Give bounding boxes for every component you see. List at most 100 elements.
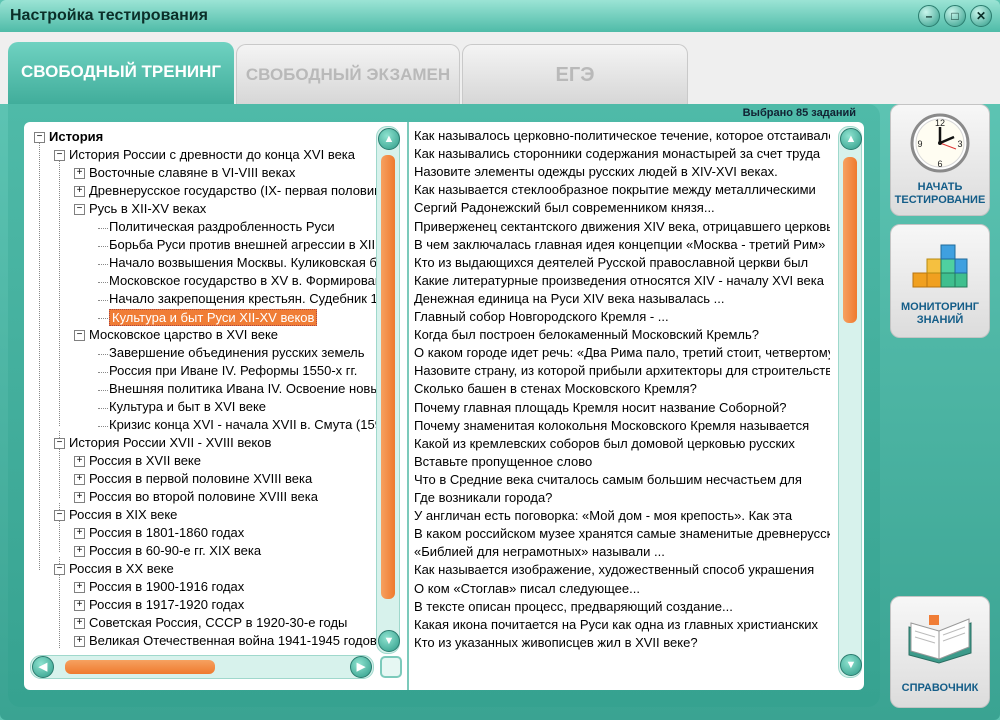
collapse-icon[interactable]: − xyxy=(74,204,85,215)
question-item[interactable]: Кто из выдающихся деятелей Русской право… xyxy=(414,255,808,273)
tree-item[interactable]: + Восточные славяне в VI-VIII веках xyxy=(30,165,376,183)
question-item[interactable]: Как назывались сторонники содержания мон… xyxy=(414,146,820,164)
question-item[interactable]: Вставьте пропущенное слово xyxy=(414,454,592,472)
tree-item[interactable]: Борьба Руси против внешней агрессии в XI… xyxy=(30,237,376,255)
expand-icon[interactable]: + xyxy=(74,186,85,197)
expand-icon[interactable]: + xyxy=(74,600,85,611)
tree-item[interactable]: Начало возвышения Москвы. Куликовская би… xyxy=(30,255,376,273)
collapse-icon[interactable]: − xyxy=(54,510,65,521)
question-item[interactable]: Как называется стеклообразное покрытие м… xyxy=(414,182,816,200)
collapse-icon[interactable]: − xyxy=(74,330,85,341)
close-button[interactable]: ✕ xyxy=(970,5,992,27)
question-item[interactable]: Назовите элементы одежды русских людей в… xyxy=(414,164,778,182)
tree-item[interactable]: Политическая раздробленность Руси xyxy=(30,219,376,237)
collapse-icon[interactable]: − xyxy=(54,438,65,449)
question-item[interactable]: В каком российском музее хранятся самые … xyxy=(414,526,830,544)
expand-icon[interactable]: + xyxy=(74,474,85,485)
scroll-up-icon[interactable]: ▲ xyxy=(840,128,862,150)
expand-icon[interactable]: + xyxy=(74,492,85,503)
expand-icon[interactable]: + xyxy=(74,618,85,629)
question-item[interactable]: В тексте описан процесс, предваряющий со… xyxy=(414,599,733,617)
tree-item[interactable]: + Древнерусское государство (IX- первая п… xyxy=(30,183,376,201)
question-item[interactable]: Почему знаменитая колокольня Московского… xyxy=(414,418,809,436)
question-item[interactable]: Как называлось церковно-политическое теч… xyxy=(414,128,830,146)
tree-hscroll-thumb[interactable] xyxy=(65,660,215,674)
expand-icon[interactable]: + xyxy=(74,528,85,539)
start-testing-button[interactable]: 12 9 3 6 НАЧАТЬ ТЕСТИРОВАНИЕ xyxy=(890,104,990,216)
question-item[interactable]: О каком городе идет речь: «Два Рима пало… xyxy=(414,345,830,363)
tree-item[interactable]: Культура и быт в XVI веке xyxy=(30,399,376,417)
tree-item[interactable]: − Русь в XII-XV веках xyxy=(30,201,376,219)
question-item[interactable]: Какие литературные произведения относятс… xyxy=(414,273,824,291)
tree-item[interactable]: − История xyxy=(30,129,376,147)
tab-ege[interactable]: ЕГЭ xyxy=(462,44,688,105)
question-item[interactable]: Назовите страну, из которой прибыли архи… xyxy=(414,363,830,381)
scroll-left-icon[interactable]: ◀ xyxy=(32,656,54,678)
scroll-down-icon[interactable]: ▼ xyxy=(378,630,400,652)
collapse-icon[interactable]: − xyxy=(54,150,65,161)
topic-tree[interactable]: − История − История России с древности до к… xyxy=(30,126,376,648)
question-item[interactable]: Где возникали города? xyxy=(414,490,552,508)
tab-free-exam[interactable]: СВОБОДНЫЙ ЭКЗАМЕН xyxy=(236,44,460,105)
collapse-icon[interactable]: − xyxy=(54,564,65,575)
tree-horizontal-scrollbar[interactable]: ◀ ▶ xyxy=(30,655,374,679)
question-item[interactable]: Какой из кремлевских соборов был домовой… xyxy=(414,436,795,454)
scroll-right-icon[interactable]: ▶ xyxy=(350,656,372,678)
tree-vertical-scrollbar[interactable]: ▲ ▼ xyxy=(376,126,400,654)
tree-item[interactable]: + Россия в первой половине XVIII века xyxy=(30,471,376,489)
tree-item[interactable]: + Россия в 1900-1916 годах xyxy=(30,579,376,597)
tree-item[interactable]: − История России с древности до конца XVI… xyxy=(30,147,376,165)
tree-item[interactable]: Начало закрепощения крестьян. Судебник 1… xyxy=(30,291,376,309)
tree-item[interactable]: − История России XVII - XVIII веков xyxy=(30,435,376,453)
question-item[interactable]: Главный собор Новгородского Кремля - ... xyxy=(414,309,669,327)
tree-item[interactable]: + Советская Россия, СССР в 1920-30-е годы xyxy=(30,615,376,633)
tree-item[interactable]: − Россия в XX веке xyxy=(30,561,376,579)
question-item[interactable]: «Библией для неграмотных» называли ... xyxy=(414,544,665,562)
expand-icon[interactable]: + xyxy=(74,636,85,647)
question-item[interactable]: Как называется изображение, художественн… xyxy=(414,562,814,580)
tree-item[interactable]: − Россия в XIX веке xyxy=(30,507,376,525)
expand-icon[interactable]: + xyxy=(74,546,85,557)
tree-item[interactable]: + Россия в 1801-1860 годах xyxy=(30,525,376,543)
expand-icon[interactable]: + xyxy=(74,456,85,467)
tree-item[interactable]: − Московское царство в XVI веке xyxy=(30,327,376,345)
maximize-button[interactable]: □ xyxy=(944,5,966,27)
scroll-up-icon[interactable]: ▲ xyxy=(378,128,400,150)
tree-item[interactable]: Московское государство в XV в. Формирова… xyxy=(30,273,376,291)
reference-button[interactable]: СПРАВОЧНИК xyxy=(890,596,990,708)
tree-item[interactable]: Кризис конца XVI - начала XVII в. Смута … xyxy=(30,417,376,435)
question-item[interactable]: Сколько башен в стенах Московского Кремл… xyxy=(414,381,697,399)
knowledge-monitoring-button[interactable]: МОНИТОРИНГ ЗНАНИЙ xyxy=(890,224,990,338)
question-item[interactable]: Что в Средние века считалось самым больш… xyxy=(414,472,802,490)
questions-vertical-scrollbar[interactable]: ▲ ▼ xyxy=(838,126,862,678)
question-item[interactable]: Сергий Радонежский был современником кня… xyxy=(414,200,715,218)
collapse-icon[interactable]: − xyxy=(34,132,45,143)
tree-item[interactable]: + Россия в 60-90-е гг. XIX века xyxy=(30,543,376,561)
tree-item[interactable]: Россия при Иване IV. Реформы 1550-х гг. xyxy=(30,363,376,381)
question-item[interactable]: Кто из указанных живописцев жил в XVII в… xyxy=(414,635,698,653)
tree-scroll-thumb[interactable] xyxy=(381,155,395,599)
question-item[interactable]: У англичан есть поговорка: «Мой дом - мо… xyxy=(414,508,792,526)
question-item[interactable]: Когда был построен белокаменный Московск… xyxy=(414,327,759,345)
tree-item[interactable]: + Россия в XVII веке xyxy=(30,453,376,471)
question-item[interactable]: Приверженец сектантского движения XIV ве… xyxy=(414,219,830,237)
questions-scroll-thumb[interactable] xyxy=(843,157,857,323)
tree-item[interactable]: + Великая Отечественная война 1941-1945 г… xyxy=(30,633,376,648)
question-item[interactable]: В чем заключалась главная идея концепции… xyxy=(414,237,825,255)
minimize-button[interactable]: – xyxy=(918,5,940,27)
expand-icon[interactable]: + xyxy=(74,582,85,593)
tree-item[interactable]: Культура и быт Руси XII-XV веков xyxy=(30,309,376,327)
question-item[interactable]: Почему главная площадь Кремля носит назв… xyxy=(414,400,787,418)
tree-item[interactable]: + Россия в 1917-1920 годах xyxy=(30,597,376,615)
question-list[interactable]: Как называлось церковно-политическое теч… xyxy=(414,128,830,680)
question-item[interactable]: Денежная единица на Руси XIV века называ… xyxy=(414,291,724,309)
expand-icon[interactable]: + xyxy=(74,168,85,179)
scroll-down-icon[interactable]: ▼ xyxy=(840,654,862,676)
question-item[interactable]: О ком «Стоглав» писал следующее... xyxy=(414,581,640,599)
pane-divider[interactable] xyxy=(407,122,409,690)
tree-item[interactable]: Завершение объединения русских земель xyxy=(30,345,376,363)
tree-item[interactable]: Внешняя политика Ивана IV. Освоение новы… xyxy=(30,381,376,399)
tab-free-training[interactable]: СВОБОДНЫЙ ТРЕНИНГ xyxy=(8,42,234,104)
question-item[interactable]: Какая икона почитается на Руси как одна … xyxy=(414,617,818,635)
tree-item[interactable]: + Россия во второй половине XVIII века xyxy=(30,489,376,507)
